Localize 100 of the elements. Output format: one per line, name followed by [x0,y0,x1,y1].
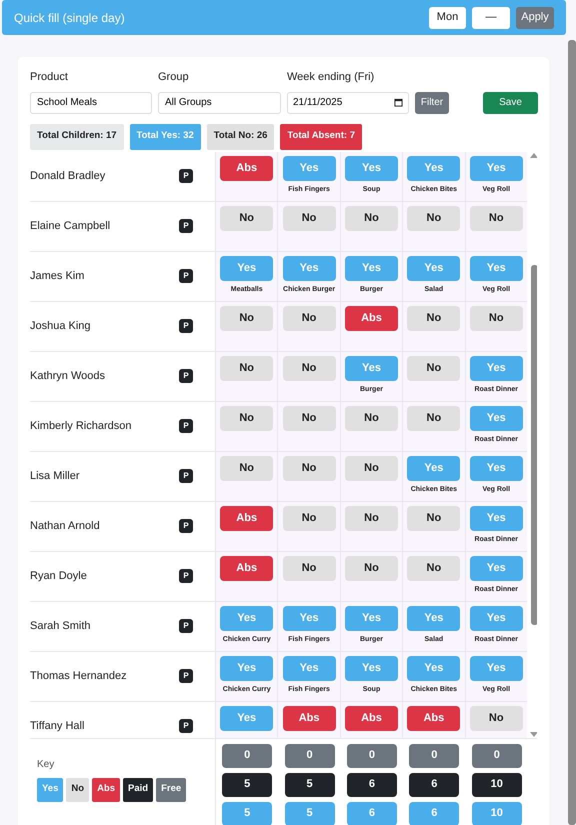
status-toggle[interactable]: No [220,206,274,230]
status-toggle[interactable]: Abs [282,706,336,730]
status-toggle[interactable]: Yes [407,656,460,680]
child-name: James Kim [30,268,84,284]
key-title: Key [37,758,54,770]
summary-count: 0 [222,744,272,768]
status-toggle[interactable]: Yes [470,256,523,280]
status-toggle[interactable]: Yes [344,656,398,680]
status-toggle[interactable]: Yes [282,606,336,630]
status-toggle[interactable]: No [407,206,460,230]
value-select[interactable]: — [472,6,510,28]
key-item: Yes [37,778,64,802]
apply-button[interactable]: Apply [516,6,554,28]
group-select[interactable]: All Groups [158,92,281,114]
child-name: Kimberly Richardson [30,418,132,434]
status-toggle[interactable]: No [282,306,336,330]
status-toggle[interactable]: Yes [470,656,523,680]
summary-count: 0 [284,744,335,768]
status-toggle[interactable]: Yes [220,256,274,280]
status-toggle[interactable]: Yes [220,706,274,730]
table-scrollbar[interactable] [529,152,537,738]
status-toggle[interactable]: Yes [470,406,523,430]
status-toggle[interactable]: No [470,306,523,330]
status-toggle[interactable]: No [282,406,336,430]
payment-badge: P [179,219,193,233]
status-toggle[interactable]: Yes [344,156,398,180]
status-toggle[interactable]: No [344,206,398,230]
status-toggle[interactable]: Yes [407,256,460,280]
total-badge: Total No: 26 [206,124,274,150]
status-toggle[interactable]: No [282,456,336,480]
calendar-icon[interactable] [394,98,403,107]
filter-button[interactable]: Filter [415,92,449,114]
save-button[interactable]: Save [483,92,538,114]
key-item: Abs [92,778,120,802]
status-toggle[interactable]: Yes [407,156,460,180]
key-item: Paid [123,778,154,802]
payment-badge: P [179,269,193,283]
child-name: Tiffany Hall [30,718,84,734]
status-toggle[interactable]: No [407,356,460,380]
child-name: Lisa Miller [30,468,80,484]
summary-count: 5 [222,772,272,796]
scroll-up-icon[interactable] [530,152,537,158]
child-name: Donald Bradley [30,168,106,184]
status-toggle[interactable]: No [220,306,274,330]
status-toggle[interactable]: No [282,506,336,530]
date-field[interactable]: 21/11/2025 [287,92,409,114]
status-toggle[interactable]: Yes [470,156,523,180]
status-toggle[interactable]: Yes [220,606,274,630]
status-toggle[interactable]: Abs [220,556,274,580]
status-toggle[interactable]: No [344,456,398,480]
status-toggle[interactable]: No [344,556,398,580]
status-toggle[interactable]: Abs [407,706,460,730]
total-badge: Total Yes: 32 [130,124,201,150]
status-toggle[interactable]: No [344,406,398,430]
summary-count: 6 [409,772,460,796]
status-toggle[interactable]: Abs [220,506,274,530]
status-toggle[interactable]: No [407,306,460,330]
status-toggle[interactable]: No [282,556,336,580]
status-toggle[interactable]: Yes [407,456,460,480]
total-badge: Total Children: 17 [30,124,124,150]
payment-badge: P [179,569,193,583]
status-toggle[interactable]: No [470,706,523,730]
status-toggle[interactable]: No [220,456,274,480]
status-toggle[interactable]: No [220,356,274,380]
status-toggle[interactable]: No [344,506,398,530]
status-toggle[interactable]: No [220,406,274,430]
status-toggle[interactable]: Yes [407,606,460,630]
status-toggle[interactable]: Yes [470,456,523,480]
payment-badge: P [179,669,193,683]
status-toggle[interactable]: Yes [344,606,398,630]
payment-badge: P [179,319,193,333]
status-toggle[interactable]: Yes [344,256,398,280]
key-item: No [66,778,90,802]
status-toggle[interactable]: No [407,406,460,430]
status-toggle[interactable]: No [282,356,336,380]
status-toggle[interactable]: Yes [470,556,523,580]
payment-badge: P [179,619,193,633]
summary-count: 0 [346,744,397,768]
scroll-thumb[interactable] [530,264,537,624]
child-name: Kathryn Woods [30,368,106,384]
status-toggle[interactable]: Abs [344,706,398,730]
status-toggle[interactable]: Yes [470,606,523,630]
status-toggle[interactable]: Yes [282,656,336,680]
status-toggle[interactable]: Abs [220,156,274,180]
status-toggle[interactable]: Yes [344,356,398,380]
page-scrollbar[interactable] [568,40,576,825]
status-toggle[interactable]: Yes [470,506,523,530]
status-toggle[interactable]: Yes [282,256,336,280]
child-name: Joshua King [30,318,91,334]
status-toggle[interactable]: No [407,556,460,580]
day-select[interactable]: Mon [429,6,466,28]
status-toggle[interactable]: Yes [282,156,336,180]
status-toggle[interactable]: No [282,206,336,230]
status-toggle[interactable]: Yes [470,356,523,380]
status-toggle[interactable]: Abs [344,306,398,330]
status-toggle[interactable]: Yes [220,656,274,680]
status-toggle[interactable]: No [407,506,460,530]
product-field[interactable]: School Meals [30,92,152,114]
summary-count: 5 [284,802,335,825]
status-toggle[interactable]: No [470,206,523,230]
